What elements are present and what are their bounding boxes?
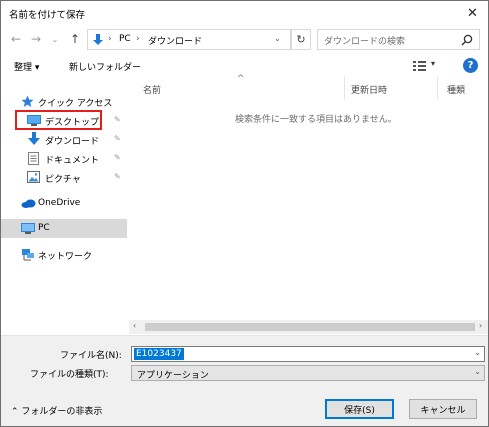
column-header-modified[interactable]: 更新日時 [351, 83, 387, 96]
help-button[interactable]: ? [463, 58, 478, 73]
nav-item-network[interactable]: ネットワーク [1, 245, 127, 264]
pin-icon: ✎ [114, 134, 121, 143]
window-title: 名前を付けて保存 [9, 10, 86, 21]
save-button[interactable]: 保存(S) [325, 399, 394, 419]
organize-button[interactable]: 整理 ▾ [14, 60, 39, 73]
filename-label: ファイル名(N): [60, 351, 122, 361]
address-dropdown-icon[interactable]: ⌄ [274, 34, 281, 43]
scroll-right-icon[interactable]: › [479, 321, 482, 330]
document-icon [28, 152, 39, 165]
nav-item-documents[interactable]: ドキュメント ✎ [1, 149, 127, 168]
search-icon [461, 34, 473, 46]
new-folder-button[interactable]: 新しいフォルダー [69, 60, 141, 73]
help-icon: ? [467, 60, 474, 71]
view-options-button[interactable]: ▾ [413, 59, 439, 72]
close-icon: ✕ [467, 6, 478, 21]
breadcrumb-separator: › [136, 34, 140, 44]
address-bar[interactable]: › PC › ダウンロード ⌄ [87, 29, 291, 50]
refresh-icon: ↻ [296, 33, 306, 46]
nav-item-label: ネットワーク [38, 252, 93, 262]
nav-item-label: OneDrive [38, 198, 81, 208]
scroll-left-icon[interactable]: ‹ [133, 321, 136, 330]
horizontal-scrollbar[interactable]: ‹ › [129, 320, 488, 334]
filetype-value: アプリケーション [137, 371, 209, 381]
network-icon [22, 249, 34, 261]
up-arrow-icon: ↑ [69, 32, 81, 46]
back-button[interactable]: ← [8, 31, 24, 47]
filename-input[interactable]: E1023437 [134, 348, 184, 360]
filename-field[interactable]: E1023437 ⌄ [131, 346, 485, 362]
nav-item-onedrive[interactable]: OneDrive [1, 194, 127, 213]
column-divider[interactable] [344, 77, 345, 99]
chevron-down-icon: ⌄ [51, 34, 59, 44]
nav-item-label: PC [38, 223, 50, 233]
nav-item-label: ドキュメント [45, 156, 100, 166]
nav-item-quick-access[interactable]: クイック アクセス [1, 92, 127, 111]
annotation-highlight-box [15, 110, 102, 130]
chevron-down-icon[interactable]: ⌄ [474, 348, 481, 357]
chevron-down-icon: ⌄ [474, 367, 481, 376]
chevron-down-icon: ▾ [431, 59, 436, 68]
forward-button[interactable]: → [28, 31, 44, 47]
download-arrow-icon [28, 132, 40, 145]
details-view-icon [413, 61, 426, 71]
forward-arrow-icon: → [30, 32, 42, 46]
star-icon [21, 95, 34, 107]
column-header-name[interactable]: 名前 [143, 83, 161, 96]
hide-folders-toggle[interactable]: ⌃ フォルダーの非表示 [11, 404, 102, 417]
empty-results-message: 検索条件に一致する項目はありません。 [235, 115, 397, 125]
sort-ascending-icon: ^ [237, 74, 245, 84]
nav-item-label: ダウンロード [45, 137, 100, 147]
search-input[interactable]: ダウンロードの検索 [324, 34, 405, 47]
save-form: ファイル名(N): E1023437 ⌄ ファイルの種類(T): アプリケーショ… [1, 335, 488, 426]
breadcrumb-separator: › [108, 34, 112, 44]
close-button[interactable]: ✕ [457, 1, 488, 26]
back-arrow-icon: ← [10, 32, 22, 46]
nav-item-pictures[interactable]: ピクチャ ✎ [1, 168, 127, 187]
file-list[interactable]: 名前 ^ 更新日時 種類 検索条件に一致する項目はありません。 ‹ › [129, 74, 488, 334]
pin-icon: ✎ [114, 115, 121, 124]
filetype-label: ファイルの種類(T): [30, 370, 109, 380]
nav-item-downloads[interactable]: ダウンロード ✎ [1, 130, 127, 149]
cancel-button[interactable]: キャンセル [409, 399, 477, 419]
picture-icon [27, 171, 40, 183]
filetype-select[interactable]: アプリケーション ⌄ [131, 365, 485, 381]
up-button[interactable]: ↑ [67, 31, 83, 47]
column-divider[interactable] [437, 77, 438, 99]
nav-item-pc[interactable]: PC [1, 219, 127, 238]
pin-icon: ✎ [114, 153, 121, 162]
save-as-dialog: 名前を付けて保存 ✕ ← → ⌄ ↑ › PC › ダウンロード ⌄ ↻ ダウン… [0, 0, 489, 427]
nav-item-label: ピクチャ [45, 175, 81, 185]
breadcrumb-pc[interactable]: PC [119, 34, 131, 44]
nav-item-label: クイック アクセス [38, 99, 113, 109]
computer-icon [21, 223, 35, 234]
refresh-button[interactable]: ↻ [291, 29, 311, 50]
title-bar: 名前を付けて保存 ✕ [1, 1, 488, 26]
pin-icon: ✎ [114, 172, 121, 181]
search-box[interactable]: ダウンロードの検索 [317, 29, 480, 50]
breadcrumb-downloads[interactable]: ダウンロード [148, 34, 202, 47]
column-header-type[interactable]: 種類 [447, 83, 465, 96]
scrollbar-thumb[interactable] [145, 323, 475, 331]
cloud-icon [21, 199, 36, 208]
recent-locations-button[interactable]: ⌄ [47, 31, 63, 47]
downloads-folder-icon [93, 34, 103, 45]
